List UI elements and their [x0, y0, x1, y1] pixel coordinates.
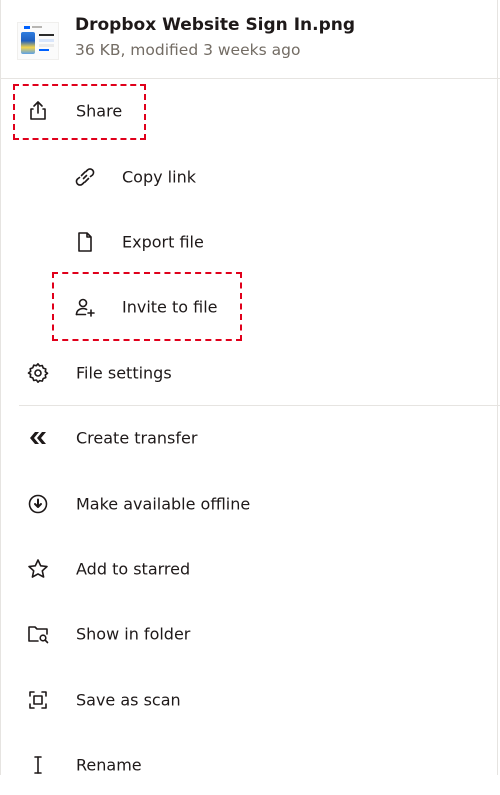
menu-item-label: Rename [76, 755, 142, 775]
menu-item-copy-link[interactable]: Copy link [1, 147, 500, 207]
menu-item-rename[interactable]: Rename [1, 735, 500, 795]
menu-item-label: Create transfer [76, 428, 198, 448]
file-icon [73, 230, 97, 254]
menu-item-label: Save as scan [76, 690, 181, 710]
folder-search-icon [26, 622, 50, 646]
download-circle-icon [26, 492, 50, 516]
menu-item-add-to-starred[interactable]: Add to starred [1, 539, 500, 599]
menu-item-label: Show in folder [76, 624, 191, 644]
menu-item-label: Export file [122, 232, 204, 252]
menu-item-label: Add to starred [76, 559, 191, 579]
file-header: Dropbox Website Sign In.png 36 KB, modif… [1, 0, 500, 79]
menu-item-label: File settings [76, 363, 172, 383]
menu-item-save-as-scan[interactable]: Save as scan [1, 670, 500, 730]
gear-icon [26, 361, 50, 385]
menu-item-file-settings[interactable]: File settings [1, 343, 500, 403]
divider [19, 405, 500, 406]
menu-item-label: Make available offline [76, 494, 251, 514]
star-icon [26, 557, 50, 581]
file-name: Dropbox Website Sign In.png [75, 15, 356, 35]
menu-item-invite-to-file[interactable]: Invite to file [1, 277, 500, 337]
menu-item-share[interactable]: Share [1, 81, 500, 141]
menu-item-label: Invite to file [122, 297, 218, 317]
file-meta: 36 KB, modified 3 weeks ago [75, 41, 301, 59]
menu-item-label: Copy link [122, 167, 196, 187]
menu-item-create-transfer[interactable]: Create transfer [1, 408, 500, 468]
action-sheet: Dropbox Website Sign In.png 36 KB, modif… [0, 0, 500, 775]
text-cursor-icon [26, 753, 50, 777]
file-thumbnail [17, 22, 59, 60]
share-icon [26, 99, 50, 123]
person-add-icon [73, 295, 97, 319]
scan-icon [26, 688, 50, 712]
menu-item-label: Share [76, 101, 123, 121]
menu-item-make-available-offline[interactable]: Make available offline [1, 474, 500, 534]
menu-item-show-in-folder[interactable]: Show in folder [1, 604, 500, 664]
transfer-icon [26, 426, 50, 450]
link-icon [73, 165, 97, 189]
menu-item-export-file[interactable]: Export file [1, 212, 500, 272]
